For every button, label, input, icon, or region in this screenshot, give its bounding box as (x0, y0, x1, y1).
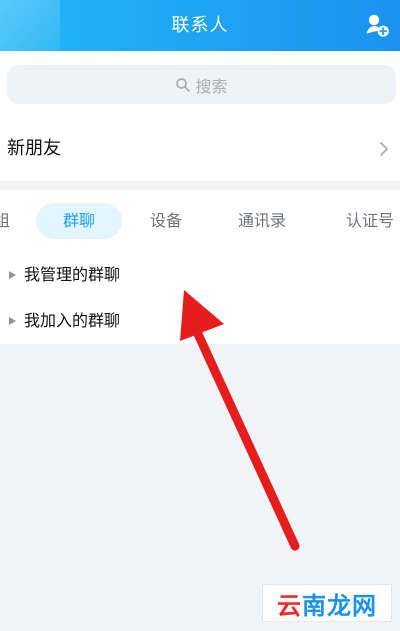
chevron-right-icon (380, 142, 388, 156)
add-contact-icon[interactable] (364, 12, 390, 38)
search-placeholder-wrap: 搜索 (7, 65, 396, 104)
tab-directory[interactable]: 通讯录 (238, 203, 286, 239)
search-input[interactable]: 搜索 (7, 65, 396, 104)
top-header: 联系人 (0, 0, 400, 51)
tab-device[interactable]: 设备 (150, 203, 182, 239)
search-placeholder: 搜索 (195, 76, 228, 96)
page-title: 联系人 (171, 15, 229, 36)
tab-official-account[interactable]: 认证号 (346, 203, 394, 239)
tab-group-chat[interactable]: 群聊 (36, 203, 122, 239)
triangle-right-icon (9, 271, 16, 279)
triangle-right-icon (9, 317, 16, 325)
watermark-part-1: 云 (277, 591, 302, 620)
search-section: 搜索 (0, 51, 400, 117)
annotation-arrow-icon (180, 290, 300, 551)
tab-partial[interactable]: 组 (0, 203, 10, 239)
contact-tabs: 组 群聊 设备 通讯录 认证号 (0, 190, 400, 252)
watermark-part-3: 龙网 (327, 591, 377, 620)
group-category-label: 我管理的群聊 (24, 265, 121, 284)
search-icon (176, 77, 191, 92)
watermark: 云 南 龙网 (262, 584, 392, 622)
new-friends-label: 新朋友 (7, 138, 61, 159)
new-friends-row[interactable]: 新朋友 (0, 117, 400, 181)
watermark-part-2: 南 (302, 591, 327, 620)
group-category-label: 我加入的群聊 (24, 311, 121, 330)
